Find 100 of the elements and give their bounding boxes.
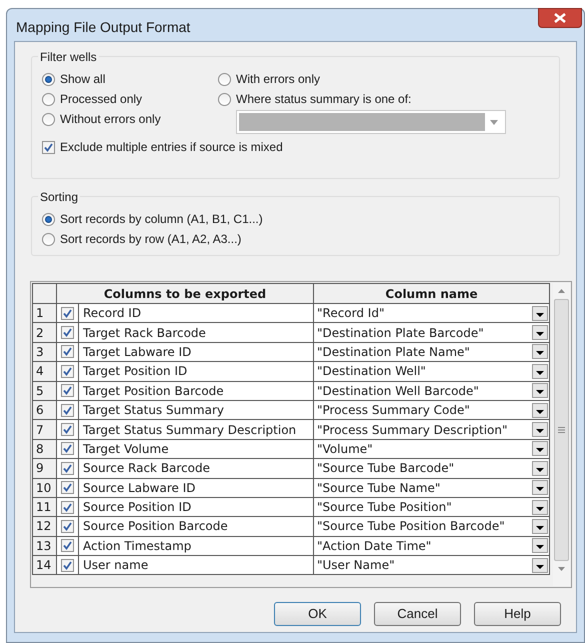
dropdown-button[interactable]: [532, 480, 548, 496]
column-header: Columns to be exported: [56, 284, 314, 304]
row-checkbox[interactable]: [61, 306, 74, 320]
radio-label: Where status summary is one of:: [236, 91, 412, 108]
row-checkbox[interactable]: [61, 404, 74, 417]
dropdown-arrow-icon: [536, 448, 544, 452]
table-cell: Source Rack Barcode: [78, 458, 314, 478]
radio-label: Sort records by row (A1, A2, A3...): [60, 231, 242, 248]
window-title: Mapping File Output Format: [16, 18, 190, 37]
dropdown-button[interactable]: [532, 460, 548, 476]
row-checkbox[interactable]: [61, 481, 74, 494]
dropdown-arrow-icon: [536, 351, 544, 356]
row-checkbox[interactable]: [61, 558, 74, 572]
table-cell: Target Status Summary: [78, 400, 314, 420]
row-checkbox[interactable]: [61, 539, 74, 552]
radio-label: Processed only: [60, 91, 142, 108]
name-dropdown[interactable]: "Action Date Time": [314, 536, 550, 556]
radio-button[interactable]: [218, 72, 231, 86]
row-number: 13: [32, 536, 56, 556]
radio-button[interactable]: [42, 212, 55, 226]
name-dropdown[interactable]: "Destination Well": [314, 362, 550, 382]
row-number: 2: [32, 322, 56, 342]
name-dropdown[interactable]: "Source Tube Barcode": [314, 458, 550, 478]
dropdown-button[interactable]: [532, 538, 548, 554]
dropdown-button[interactable]: [532, 383, 548, 398]
dropdown-arrow-icon: [536, 429, 544, 434]
row-checkbox[interactable]: [61, 520, 74, 533]
name-dropdown[interactable]: "Source Tube Position": [314, 497, 550, 517]
table-cell: Source Labware ID: [78, 478, 314, 498]
table-cell: User name: [78, 556, 314, 575]
row-number: 5: [32, 381, 56, 400]
dialog-button[interactable]: OK: [274, 602, 361, 626]
radio-label: Sort records by column (A1, B1, C1...): [60, 211, 263, 228]
row-number: 7: [32, 420, 56, 440]
table-cell: Source Position Barcode: [78, 516, 314, 536]
row-checkbox[interactable]: [61, 364, 74, 378]
name-dropdown[interactable]: "Source Tube Name": [314, 478, 550, 498]
dropdown-button[interactable]: [532, 500, 548, 515]
table-cell: Target Status Summary Description: [78, 420, 314, 440]
table-cell: Action Timestamp: [78, 536, 314, 556]
dropdown-arrow-icon: [536, 370, 544, 375]
dropdown-button[interactable]: [532, 558, 548, 573]
close-button[interactable]: [538, 8, 582, 28]
dropdown-arrow-icon: [536, 468, 544, 472]
scroll-down-icon: [558, 567, 565, 571]
dropdown-button[interactable]: [532, 402, 548, 418]
row-number: 9: [32, 458, 56, 478]
dropdown-button[interactable]: [532, 364, 548, 379]
dropdown-arrow-icon: [536, 526, 544, 530]
row-number: 11: [32, 497, 56, 517]
scroll-up-icon: [558, 289, 565, 293]
dropdown-button[interactable]: [532, 325, 548, 340]
row-number: 14: [32, 556, 56, 575]
name-dropdown[interactable]: "Process Summary Description": [314, 420, 550, 440]
table-cell: Target Volume: [78, 439, 314, 459]
dropdown-button[interactable]: [532, 518, 548, 534]
table-cell: Record ID: [78, 304, 314, 323]
header-corner: [32, 284, 56, 304]
dropdown-arrow-icon: [536, 390, 544, 394]
row-number: 4: [32, 362, 56, 382]
radio-button[interactable]: [218, 92, 231, 106]
name-dropdown[interactable]: "Process Summary Code": [314, 400, 550, 420]
radio-button[interactable]: [42, 92, 55, 106]
name-dropdown[interactable]: "Volume": [314, 439, 550, 459]
row-checkbox[interactable]: [61, 442, 74, 456]
table-cell: Source Position ID: [78, 497, 314, 517]
dropdown-arrow-icon: [536, 506, 544, 511]
dropdown-button[interactable]: [532, 306, 548, 321]
close-icon: [554, 13, 566, 23]
row-number: 8: [32, 439, 56, 459]
name-dropdown[interactable]: "Destination Well Barcode": [314, 381, 550, 400]
row-checkbox[interactable]: [61, 462, 74, 475]
dropdown-button[interactable]: [532, 441, 548, 456]
dropdown-button[interactable]: [532, 422, 548, 438]
checkbox[interactable]: [42, 140, 55, 154]
row-number: 10: [32, 478, 56, 498]
name-dropdown[interactable]: "Source Tube Position Barcode": [314, 516, 550, 536]
radio-button[interactable]: [42, 112, 55, 126]
dropdown-arrow-icon: [536, 564, 544, 569]
radio-button[interactable]: [42, 72, 55, 86]
dialog-button[interactable]: Help: [474, 602, 561, 626]
table-cell: Target Labware ID: [78, 342, 314, 362]
radio-label: Without errors only: [60, 111, 161, 128]
name-dropdown[interactable]: "User Name": [314, 556, 550, 575]
name-dropdown[interactable]: "Destination Plate Barcode": [314, 322, 550, 342]
row-checkbox[interactable]: [61, 384, 74, 398]
row-checkbox[interactable]: [61, 345, 74, 358]
radio-label: With errors only: [236, 71, 320, 88]
radio-button[interactable]: [42, 232, 55, 246]
dropdown-button[interactable]: [532, 344, 548, 360]
scroll-thumb[interactable]: [554, 299, 569, 561]
name-dropdown[interactable]: "Record Id": [314, 304, 550, 323]
dialog-button[interactable]: Cancel: [374, 602, 461, 626]
dropdown-arrow-icon: [536, 487, 544, 492]
row-number: 12: [32, 516, 56, 536]
name-dropdown[interactable]: "Destination Plate Name": [314, 342, 550, 362]
row-checkbox[interactable]: [61, 423, 74, 436]
row-checkbox[interactable]: [61, 500, 74, 514]
row-checkbox[interactable]: [61, 326, 74, 340]
checkbox-label: Exclude multiple entries if source is mixed: [60, 139, 283, 156]
